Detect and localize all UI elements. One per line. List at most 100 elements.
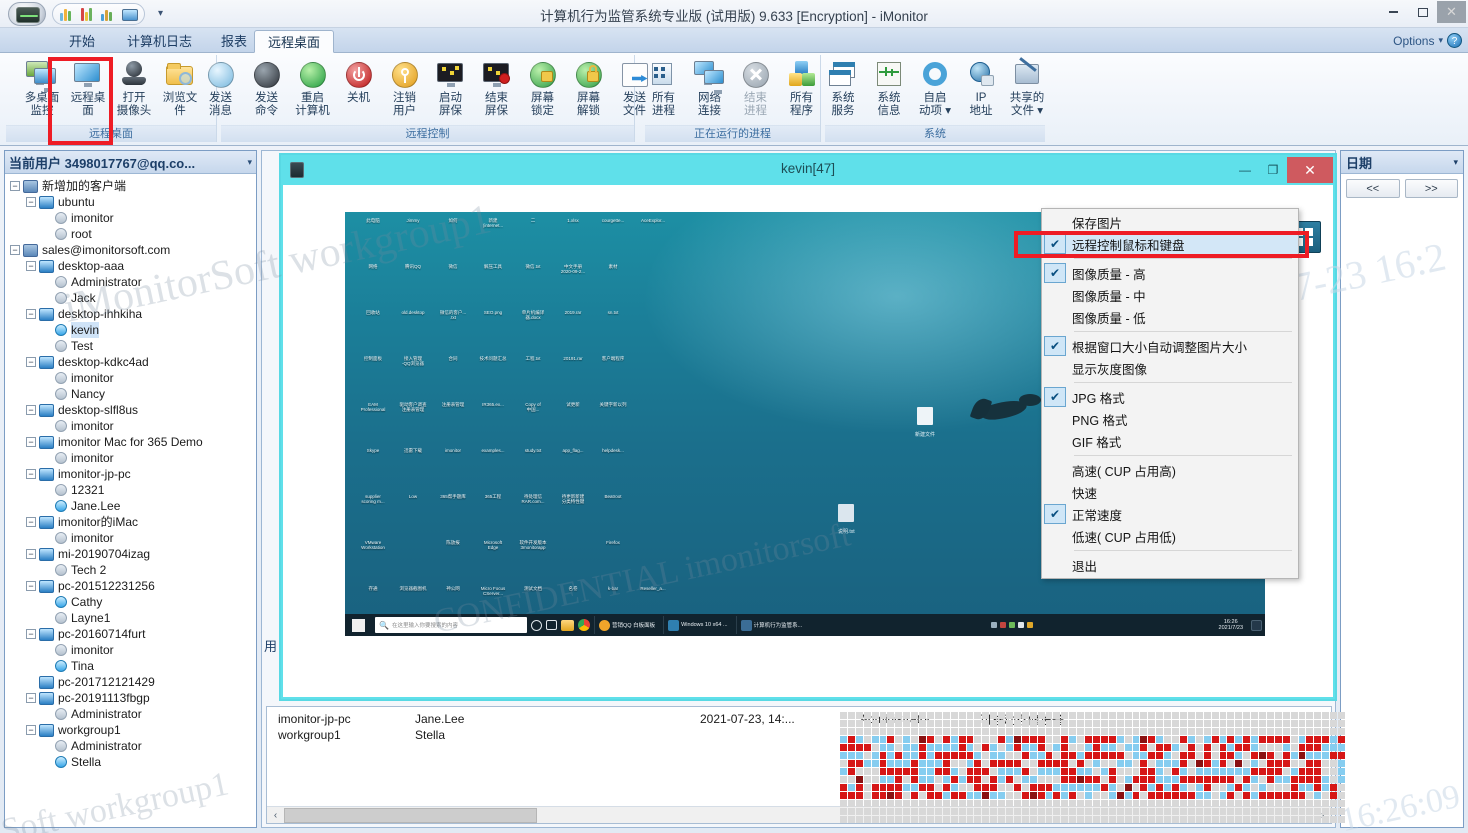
desktop-icon[interactable]: 微信的客户... .txt bbox=[433, 310, 473, 356]
tab-remote-desktop[interactable]: 远程桌面 bbox=[254, 30, 334, 53]
desktop-loose-icon[interactable]: 新建文件 bbox=[915, 407, 935, 439]
taskbar-task-0[interactable]: 营销QQ 白板面板 bbox=[594, 616, 659, 634]
tree-node-nancy[interactable]: Nancy bbox=[10, 386, 251, 402]
desktop-icon[interactable]: 微信.txt bbox=[513, 264, 553, 310]
tree-node-imonitor-mac-for-365-demo[interactable]: −imonitor Mac for 365 Demo bbox=[10, 434, 251, 450]
desktop-icon[interactable]: IR365.ex... bbox=[473, 402, 513, 448]
tree-expander[interactable]: − bbox=[26, 629, 36, 639]
desktop-icon[interactable]: 控制面板 bbox=[353, 356, 393, 402]
tree-node-imonitor[interactable]: imonitor bbox=[10, 418, 251, 434]
tree-expander[interactable]: − bbox=[26, 309, 36, 319]
desktop-icon[interactable]: 试更新 bbox=[553, 402, 593, 448]
tree-node-tina[interactable]: Tina bbox=[10, 658, 251, 674]
desktop-icon[interactable]: supplier scoring m... bbox=[353, 494, 393, 540]
chrome-icon[interactable] bbox=[578, 619, 590, 631]
ribbon-button-send-message[interactable]: 发送 消息 bbox=[198, 58, 244, 117]
tree-expander[interactable]: − bbox=[26, 517, 36, 527]
remote-taskbar[interactable]: 🔍 在这里输入你要搜索的内容 营销QQ 白板面板 bbox=[345, 614, 1265, 636]
tree-node-imonitor[interactable]: imonitor bbox=[10, 210, 251, 226]
tree-node-imonitor-imac[interactable]: −imonitor的iMac bbox=[10, 514, 251, 530]
ribbon-button-startup-items[interactable]: 自启 动项 ▾ bbox=[912, 58, 958, 117]
tree-expander[interactable]: − bbox=[26, 549, 36, 559]
desktop-icon[interactable]: helpdesk... bbox=[593, 448, 633, 494]
ribbon-button-lock-screen[interactable]: 屏幕 锁定 bbox=[520, 58, 566, 117]
desktop-icon[interactable]: 单片机编译 器.docx bbox=[513, 310, 553, 356]
ribbon-button-ip-address[interactable]: IP 地址 bbox=[958, 58, 1004, 117]
desktop-icon[interactable]: AceExplor... bbox=[633, 218, 673, 264]
tree-node-administrator[interactable]: Administrator bbox=[10, 274, 251, 290]
maximize-button[interactable] bbox=[1408, 1, 1437, 23]
remote-close-button[interactable]: ✕ bbox=[1287, 157, 1333, 183]
desktop-icon[interactable]: old.desktop bbox=[393, 310, 433, 356]
desktop-icon[interactable]: 365帮手题库 bbox=[433, 494, 473, 540]
notifications-icon[interactable] bbox=[1251, 620, 1262, 631]
tree-node-jane-lee[interactable]: Jane.Lee bbox=[10, 498, 251, 514]
windows-start-icon[interactable] bbox=[352, 619, 365, 632]
context-menu-item-0[interactable]: 保存图片 bbox=[1042, 211, 1298, 233]
tree-node-workgroup1[interactable]: −workgroup1 bbox=[10, 722, 251, 738]
tree-expander[interactable]: − bbox=[26, 725, 36, 735]
desktop-icon[interactable]: app_flag... bbox=[553, 448, 593, 494]
tree-expander[interactable]: − bbox=[26, 405, 36, 415]
next-date-button[interactable]: >> bbox=[1405, 179, 1459, 198]
desktop-icon[interactable]: 工程.txt bbox=[513, 356, 553, 402]
close-button[interactable]: ✕ bbox=[1437, 1, 1466, 23]
ribbon-button-unlock-screen[interactable]: 屏幕 解锁 bbox=[566, 58, 612, 117]
tree-node-stella[interactable]: Stella bbox=[10, 754, 251, 770]
tree-expander[interactable]: − bbox=[26, 261, 36, 271]
desktop-icon[interactable]: 软件开发版本 3monitorapp bbox=[513, 540, 553, 586]
tree-node-pc-201512231256[interactable]: −pc-201512231256 bbox=[10, 578, 251, 594]
tree-node-imonitor[interactable]: imonitor bbox=[10, 642, 251, 658]
desktop-icon[interactable]: 365工程 bbox=[473, 494, 513, 540]
tree-node-imonitor-jp-pc[interactable]: −imonitor-jp-pc bbox=[10, 466, 251, 482]
context-menu-item-12[interactable]: ✔正常速度 bbox=[1042, 503, 1298, 525]
desktop-icon[interactable]: 此电脑 bbox=[353, 218, 393, 264]
tree-node-layne1[interactable]: Layne1 bbox=[10, 610, 251, 626]
desktop-icon[interactable]: VMware Workstation bbox=[353, 540, 393, 586]
desktop-icon[interactable]: 合同 bbox=[433, 356, 473, 402]
desktop-icon[interactable]: imonitor bbox=[433, 448, 473, 494]
tree-node-12321[interactable]: 12321 bbox=[10, 482, 251, 498]
desktop-icon[interactable]: Jimmy bbox=[393, 218, 433, 264]
ribbon-button-open-webcam[interactable]: 打开 摄像头 bbox=[111, 58, 157, 117]
desktop-icon[interactable]: 客户端程序 bbox=[593, 356, 633, 402]
tree-node-cathy[interactable]: Cathy bbox=[10, 594, 251, 610]
minimize-button[interactable] bbox=[1379, 1, 1408, 23]
desktop-loose-icon-2[interactable]: 说明.txt bbox=[838, 504, 855, 536]
ribbon-button-logoff[interactable]: 注销 用户 bbox=[382, 58, 428, 117]
desktop-icon[interactable]: 技术问题汇总 bbox=[473, 356, 513, 402]
task-view-icon[interactable] bbox=[546, 620, 557, 630]
desktop-icon[interactable]: 待更新新建 分类特性键 bbox=[553, 494, 593, 540]
desktop-icon[interactable]: 中文手册 2020-09-2... bbox=[553, 264, 593, 310]
tree-node-jack[interactable]: Jack bbox=[10, 290, 251, 306]
ribbon-button-all-processes[interactable]: 所有 进程 bbox=[641, 58, 687, 117]
tree-node-desktop-aaa[interactable]: −desktop-aaa bbox=[10, 258, 251, 274]
desktop-icon[interactable]: Copy of 中国... bbox=[513, 402, 553, 448]
context-menu-item-4[interactable]: 图像质量 - 低 bbox=[1042, 306, 1298, 328]
desktop-icon[interactable]: examples... bbox=[473, 448, 513, 494]
context-menu-item-6[interactable]: 显示灰度图像 bbox=[1042, 357, 1298, 379]
help-icon[interactable]: ? bbox=[1447, 33, 1462, 48]
desktop-icon[interactable]: Beatroot bbox=[593, 494, 633, 540]
tree-node-administrator[interactable]: Administrator bbox=[10, 738, 251, 754]
desktop-icon[interactable]: 关键字新以列 bbox=[593, 402, 633, 448]
tree-node-test[interactable]: Test bbox=[10, 338, 251, 354]
tree-node-pc-20191113fbgp[interactable]: −pc-20191113fbgp bbox=[10, 690, 251, 706]
desktop-icon[interactable]: Microsoft Edge bbox=[473, 540, 513, 586]
desktop-icon[interactable]: 微信 bbox=[433, 264, 473, 310]
desktop-icon[interactable]: 待处理信 RAR.com... bbox=[513, 494, 553, 540]
tree-expander[interactable]: − bbox=[26, 437, 36, 447]
context-menu-item-10[interactable]: 高速( CUP 占用高) bbox=[1042, 459, 1298, 481]
context-menu-item-8[interactable]: PNG 格式 bbox=[1042, 408, 1298, 430]
tree-expander[interactable]: − bbox=[26, 197, 36, 207]
context-menu-item-9[interactable]: GIF 格式 bbox=[1042, 430, 1298, 452]
tree-node-imonitor[interactable]: imonitor bbox=[10, 530, 251, 546]
tree-node--[interactable]: −新增加的客户端 bbox=[10, 178, 251, 194]
desktop-icon[interactable]: 驱动客户调查 注册表管理 bbox=[393, 402, 433, 448]
desktop-icon[interactable]: study.txt bbox=[513, 448, 553, 494]
desktop-icon[interactable]: 新建 (internet... bbox=[473, 218, 513, 264]
ribbon-button-send-command[interactable]: 发送 命令 bbox=[244, 58, 290, 117]
ribbon-button-restart[interactable]: 重启 计算机 bbox=[290, 58, 336, 117]
desktop-icon[interactable]: 回收站 bbox=[353, 310, 393, 356]
tree-node-pc-20160714furt[interactable]: −pc-20160714furt bbox=[10, 626, 251, 642]
